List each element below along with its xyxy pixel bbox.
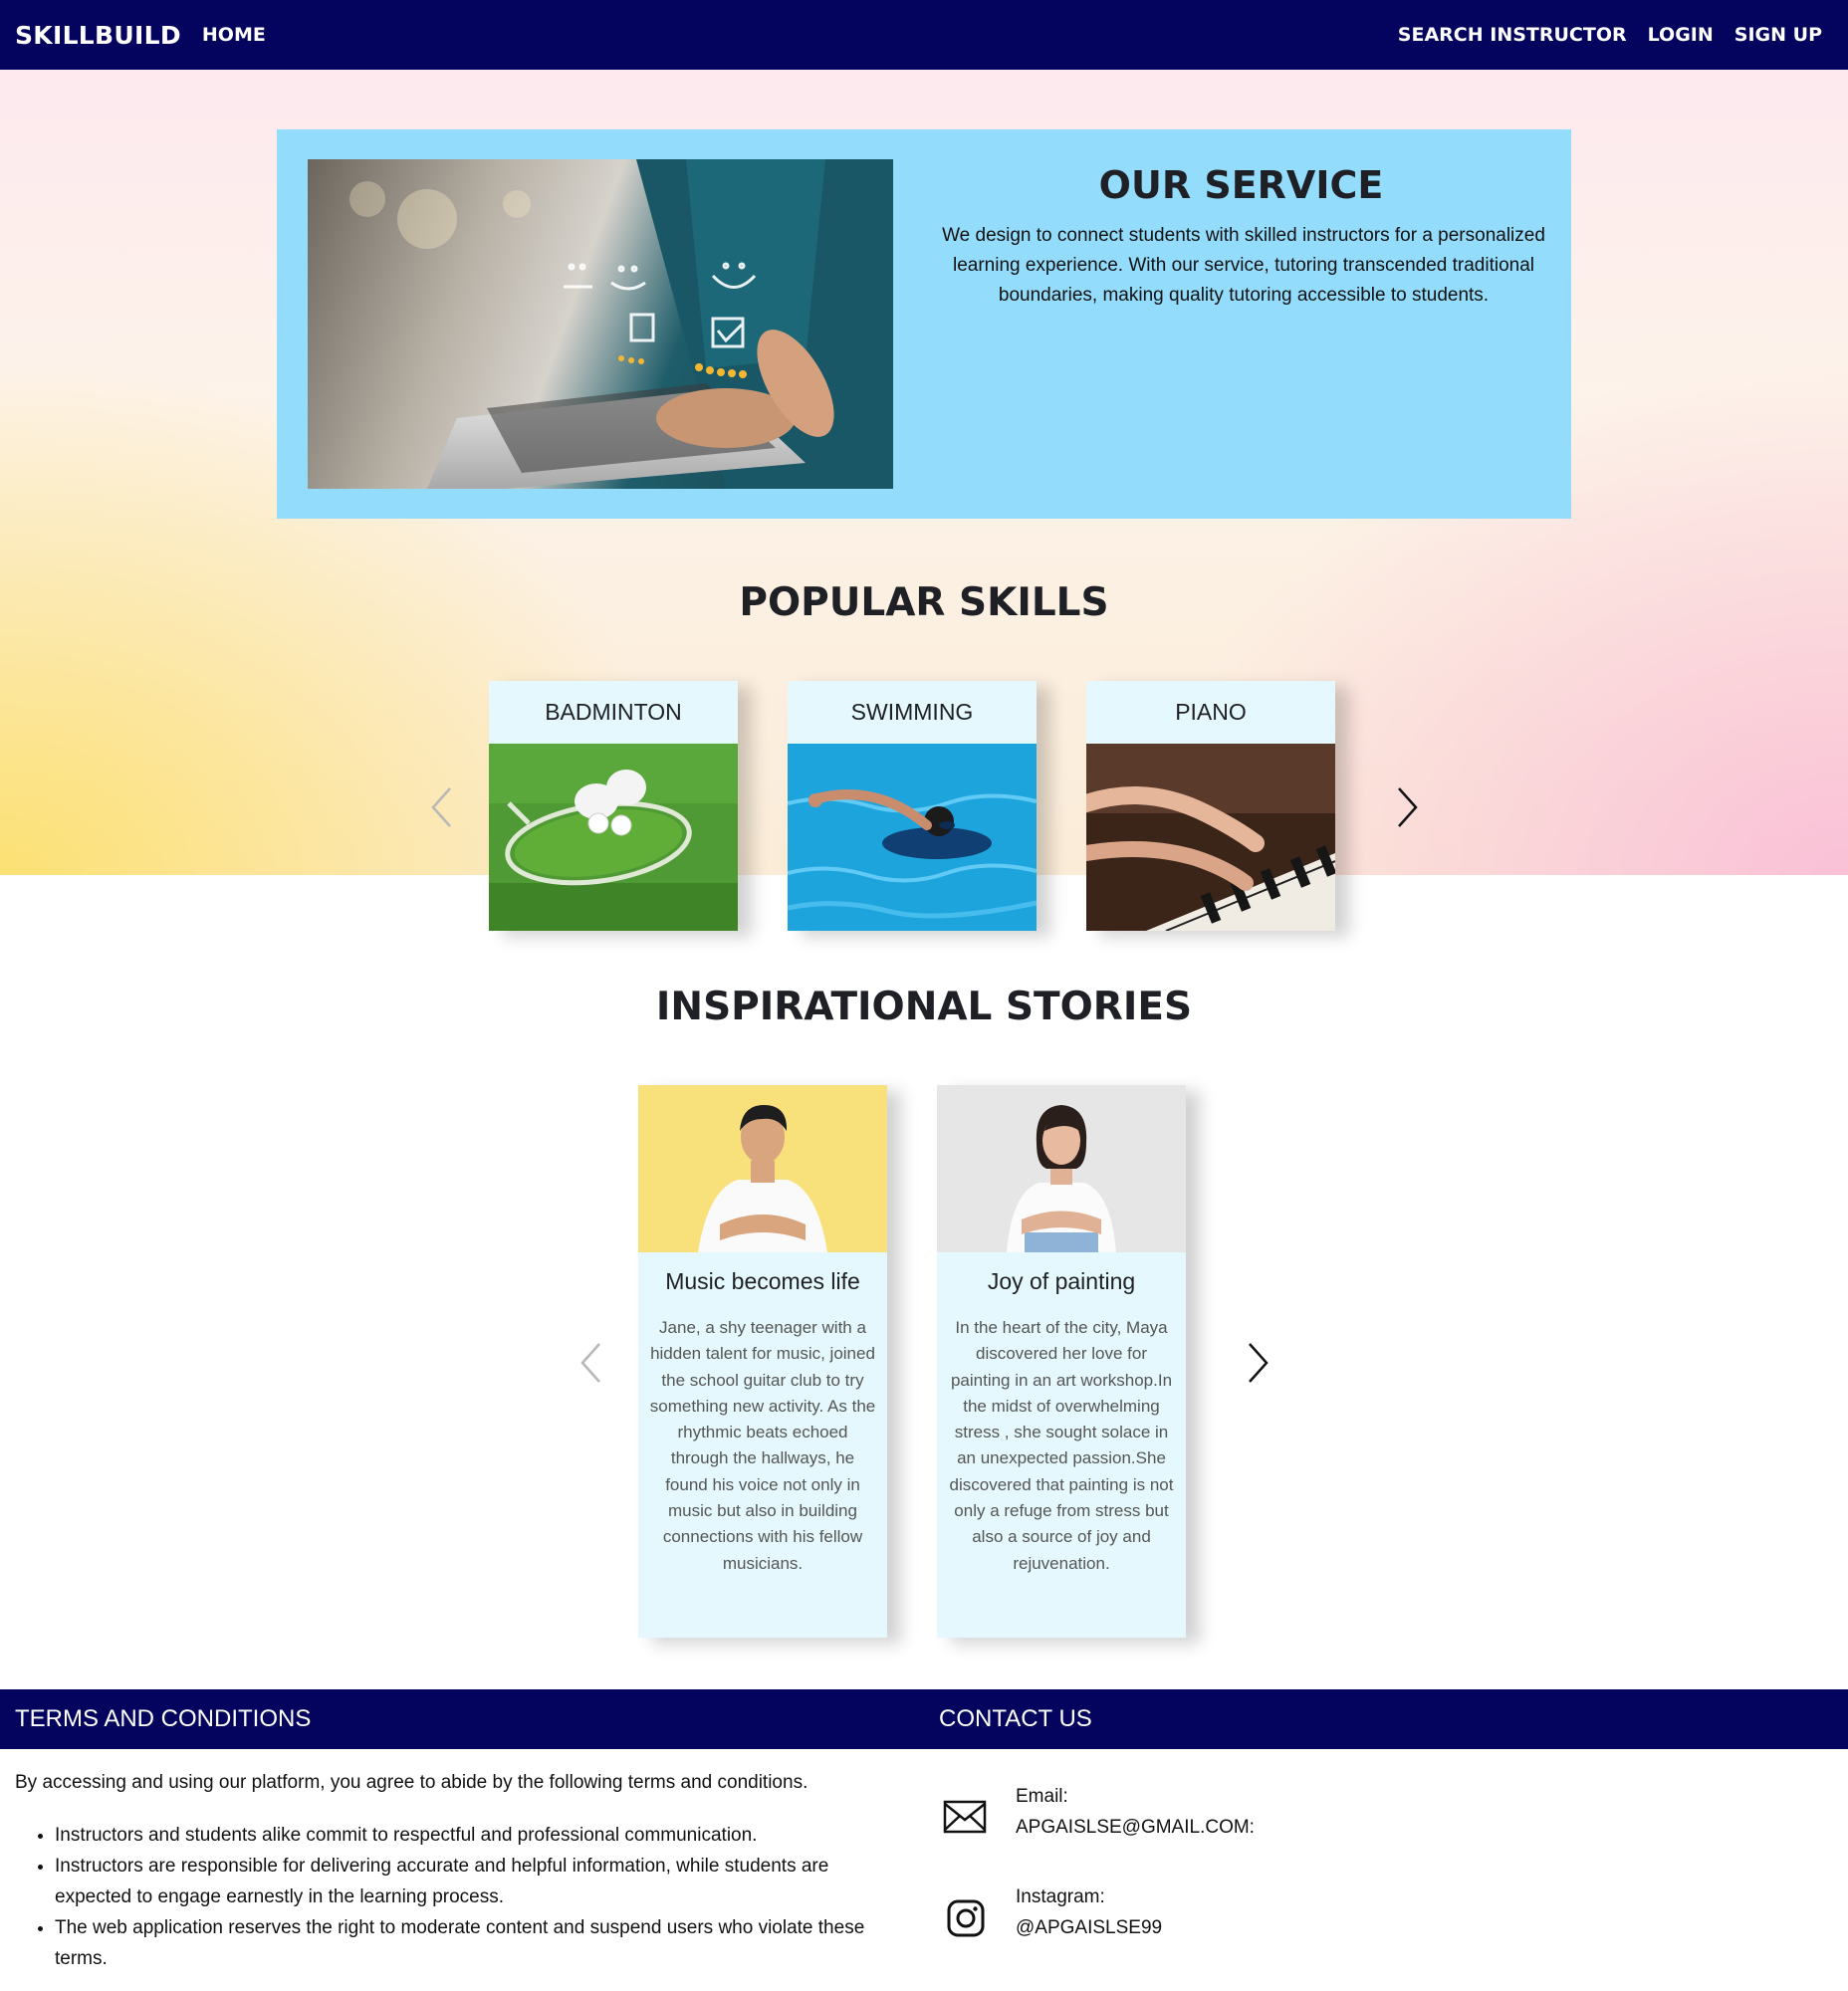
popular-skills-title: POPULAR SKILLS xyxy=(739,580,1109,625)
story-card-music[interactable]: Music becomes life Jane, a shy teenager … xyxy=(638,1085,887,1638)
nav-login-link[interactable]: LOGIN xyxy=(1648,24,1714,46)
skill-card-title: PIANO xyxy=(1175,699,1247,725)
badminton-photo xyxy=(489,744,738,931)
service-photo xyxy=(308,159,893,489)
nav-search-instructor-link[interactable]: SEARCH INSTRUCTOR xyxy=(1398,24,1627,46)
story-card-painting[interactable]: Joy of painting In the heart of the city… xyxy=(937,1085,1186,1638)
chevron-right-icon xyxy=(1249,1343,1269,1383)
terms-intro: By accessing and using our platform, you… xyxy=(15,1772,808,1793)
story-text: In the heart of the city, Maya discovere… xyxy=(949,1318,1174,1573)
terms-item: Instructors and students alike commit to… xyxy=(55,1820,901,1851)
story-photo-boy xyxy=(638,1085,887,1252)
chevron-right-icon xyxy=(1398,787,1418,827)
skill-card-title: BADMINTON xyxy=(545,699,682,725)
brand-logo[interactable]: SKILLBUILD xyxy=(15,21,181,50)
terms-heading: TERMS AND CONDITIONS xyxy=(15,1705,312,1732)
top-navbar: SKILLBUILD HOME SEARCH INSTRUCTOR LOGIN … xyxy=(0,0,1848,70)
story-text: Jane, a shy teenager with a hidden talen… xyxy=(649,1318,876,1573)
nav-home-link[interactable]: HOME xyxy=(202,24,266,46)
chevron-left-icon xyxy=(580,1343,600,1383)
our-service-panel: OUR SERVICE We design to connect student… xyxy=(277,129,1571,519)
nav-right-links: SEARCH INSTRUCTOR LOGIN SIGN UP xyxy=(1398,0,1822,70)
contact-heading: CONTACT US xyxy=(939,1705,1092,1732)
skill-card-badminton[interactable]: BADMINTON xyxy=(489,681,738,931)
footer-header-bar: TERMS AND CONDITIONS CONTACT US xyxy=(0,1689,1848,1749)
nav-signup-link[interactable]: SIGN UP xyxy=(1734,24,1822,46)
inspirational-stories-title: INSPIRATIONAL STORIES xyxy=(655,985,1193,1029)
skills-prev-arrow[interactable] xyxy=(428,786,456,833)
instagram-label: Instagram: xyxy=(1016,1886,1105,1907)
stories-next-arrow[interactable] xyxy=(1244,1342,1271,1389)
piano-photo xyxy=(1086,744,1335,931)
story-title: Joy of painting xyxy=(987,1268,1136,1294)
email-label: Email: xyxy=(1016,1786,1068,1807)
story-title: Music becomes life xyxy=(665,1268,860,1294)
skill-card-piano[interactable]: PIANO xyxy=(1086,681,1335,931)
service-title: OUR SERVICE xyxy=(1098,163,1384,207)
terms-list: Instructors and students alike commit to… xyxy=(55,1820,901,1974)
chevron-left-icon xyxy=(431,787,451,827)
skills-next-arrow[interactable] xyxy=(1393,786,1421,833)
email-value[interactable]: APGAISLSE@GMAIL.COM: xyxy=(1016,1812,1255,1843)
envelope-icon xyxy=(943,1800,987,1839)
terms-item: The web application reserves the right t… xyxy=(55,1912,901,1974)
swimming-photo xyxy=(788,744,1037,931)
skill-card-title: SWIMMING xyxy=(850,699,974,725)
service-description: We design to connect students with skill… xyxy=(942,225,1545,306)
instagram-icon[interactable] xyxy=(947,1899,985,1942)
terms-item: Instructors are responsible for deliveri… xyxy=(55,1851,901,1912)
instagram-value[interactable]: @APGAISLSE99 xyxy=(1016,1912,1162,1943)
story-photo-girl xyxy=(937,1085,1186,1252)
skill-card-swimming[interactable]: SWIMMING xyxy=(788,681,1037,931)
stories-prev-arrow[interactable] xyxy=(578,1342,605,1389)
